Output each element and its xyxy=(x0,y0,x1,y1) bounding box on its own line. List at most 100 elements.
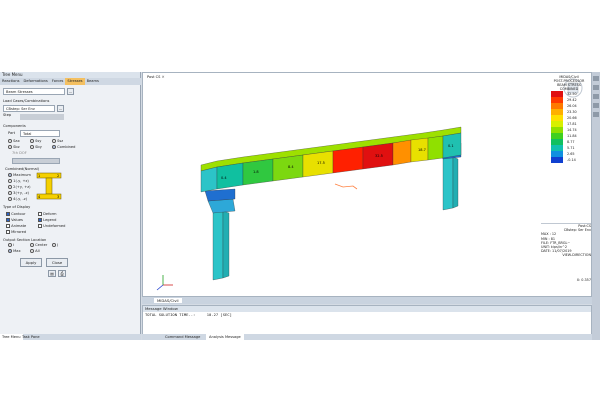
tab-stresses[interactable]: Stresses xyxy=(65,78,85,85)
legend-value: 29.42 xyxy=(567,98,577,102)
all-section-radio[interactable]: All xyxy=(30,249,40,254)
comp-combined-radio[interactable]: Combined xyxy=(52,145,75,150)
position1-radio[interactable]: 1(-y, +z) xyxy=(8,179,29,184)
comp-ssy-label: Ssy xyxy=(35,139,42,143)
values-checkbox[interactable]: Values xyxy=(6,218,23,223)
toolbar-fit-icon[interactable] xyxy=(593,103,599,108)
maximum-label: Maximum xyxy=(13,173,31,177)
message-window: Message Window TOTAL SOLUTION TIME..: 10… xyxy=(142,305,592,335)
maximum-radio[interactable]: Maximum xyxy=(8,173,31,178)
legend-value: 23.30 xyxy=(567,110,577,114)
legend-value: 8.77 xyxy=(567,140,575,144)
legend-label: Legend xyxy=(43,218,57,222)
close-button[interactable]: Close xyxy=(46,258,68,267)
svg-text:1: 1 xyxy=(38,174,40,178)
message-tabs: Command Message Analysis Message xyxy=(142,334,592,340)
legend-value: 17.81 xyxy=(567,122,577,126)
position4-radio[interactable]: 4(-y, -z) xyxy=(8,197,27,202)
info-line8: VIEW-DIRECTION xyxy=(562,253,591,258)
viewport-tab[interactable]: MIDAS/Civil xyxy=(154,298,182,303)
legend-value: 2.65 xyxy=(567,152,575,156)
j-section-label: J xyxy=(57,243,59,247)
load-case-more-button[interactable]: … xyxy=(57,105,64,112)
i-section-label: i xyxy=(13,243,15,247)
legend-value: 26.04 xyxy=(567,104,577,108)
comp-ssy-radio[interactable]: Ssy xyxy=(30,139,41,144)
animate-checkbox[interactable]: Animate xyxy=(6,224,26,229)
deform-checkbox[interactable]: Deform xyxy=(38,212,57,217)
result-info: Post:CS CBstep: Ser Env MAX : 12 MIN : 8… xyxy=(541,223,591,295)
svg-text:3: 3 xyxy=(57,195,59,199)
animate-label: Animate xyxy=(11,224,27,228)
legend-row: -0.14 xyxy=(547,157,591,163)
legend-value: -0.14 xyxy=(567,158,576,162)
legend-swatch xyxy=(551,157,563,163)
tab-command-message[interactable]: Command Message xyxy=(162,334,203,340)
info-line9: X: 0.357 xyxy=(576,277,591,282)
legend-value: 5.71 xyxy=(567,146,575,150)
load-case-select[interactable]: CBstep: Ser Env xyxy=(3,105,55,112)
comp-sby-radio[interactable]: Sby xyxy=(30,145,42,150)
svg-text:32.5: 32.5 xyxy=(375,154,383,158)
svg-text:0.4: 0.4 xyxy=(221,176,227,180)
toolbar-rotate-icon[interactable] xyxy=(593,94,599,99)
viewport-tab-bar: MIDAS/Civil xyxy=(142,297,592,304)
comp-sbz-radio[interactable]: Sbz xyxy=(8,145,20,150)
tab-deformations[interactable]: Deformations xyxy=(21,78,49,85)
stress-type-more-button[interactable]: … xyxy=(67,88,74,95)
step-select[interactable] xyxy=(20,114,64,120)
deform-label: Deform xyxy=(43,212,57,216)
i-section-radio[interactable]: i xyxy=(8,243,14,248)
mirrored-checkbox[interactable]: Mirrored xyxy=(6,230,26,235)
apply-button[interactable]: Apply xyxy=(20,258,42,267)
panel-bottom-tabs: Tree Menu Task Pane xyxy=(0,334,141,340)
values-label: Values xyxy=(11,218,23,222)
toolbar-view-icon[interactable] xyxy=(593,112,599,117)
contour-checkbox[interactable]: Contour xyxy=(6,212,26,217)
seventh-dof-select[interactable] xyxy=(12,158,60,164)
tab-reactions[interactable]: Reactions xyxy=(0,78,21,85)
tab-forces[interactable]: Forces xyxy=(50,78,66,85)
j-section-radio[interactable]: J xyxy=(52,243,58,248)
position3-radio[interactable]: 3(+y, -z) xyxy=(8,191,29,196)
comp-sby-label: Sby xyxy=(35,145,42,149)
part-label: Part xyxy=(8,131,16,135)
stress-type-select[interactable]: Beam Stresses xyxy=(3,88,65,95)
print-icon[interactable]: ▤ xyxy=(48,270,56,277)
tab-beams[interactable]: Beams xyxy=(85,78,101,85)
svg-text:1.8: 1.8 xyxy=(253,170,259,174)
comp-combined-label: Combined xyxy=(57,145,76,149)
step-label: Step xyxy=(3,113,12,117)
export-icon[interactable]: ⎙ xyxy=(58,270,66,277)
result-tabs: Reactions Deformations Forces Stresses B… xyxy=(0,78,141,85)
position1-label: 1(-y, +z) xyxy=(13,179,29,183)
undeformed-label: Undeformed xyxy=(43,224,66,228)
svg-text:2: 2 xyxy=(57,174,59,178)
center-section-label: Center xyxy=(35,243,48,247)
bridge-model[interactable]: 0.4 1.8 8.4 17.5 32.5 18.7 0.1 xyxy=(143,73,593,298)
stress-legend: MIDAS/Civil POST-PROCESSOR BEAM STRESS C… xyxy=(547,75,591,185)
comp-7th-dof[interactable]: 7th DOF xyxy=(12,151,27,156)
right-toolbar xyxy=(592,72,600,340)
i-section-icon: 1 2 3 4 xyxy=(36,172,62,200)
legend-checkbox[interactable]: Legend xyxy=(38,218,56,223)
comp-sbz-label: Sbz xyxy=(13,145,20,149)
tab-analysis-message[interactable]: Analysis Message xyxy=(206,334,244,340)
position2-radio[interactable]: 2(+y, +z) xyxy=(8,185,31,190)
toolbar-pan-icon[interactable] xyxy=(593,85,599,90)
comp-sax-radio[interactable]: Sax xyxy=(8,139,20,144)
message-line: TOTAL SOLUTION TIME..: 10.27 [SEC] xyxy=(145,312,232,317)
center-section-radio[interactable]: Center xyxy=(30,243,47,248)
comp-ssz-radio[interactable]: Ssz xyxy=(52,139,63,144)
comp-ssz-label: Ssz xyxy=(57,139,64,143)
tab-task-pane[interactable]: Task Pane xyxy=(20,334,42,340)
mirrored-label: Mirrored xyxy=(11,230,27,234)
part-select[interactable]: Total xyxy=(20,130,60,137)
components-label: Components xyxy=(3,124,26,128)
legend-value: 11.84 xyxy=(567,134,577,138)
svg-text:18.7: 18.7 xyxy=(418,148,426,152)
toolbar-zoom-icon[interactable] xyxy=(593,76,599,81)
undeformed-checkbox[interactable]: Undeformed xyxy=(38,224,65,229)
max-section-radio[interactable]: Max xyxy=(8,249,21,254)
model-viewport[interactable]: Post CS ✕ 0.4 1.8 8.4 17.5 32.5 18.7 0.1… xyxy=(142,72,592,297)
